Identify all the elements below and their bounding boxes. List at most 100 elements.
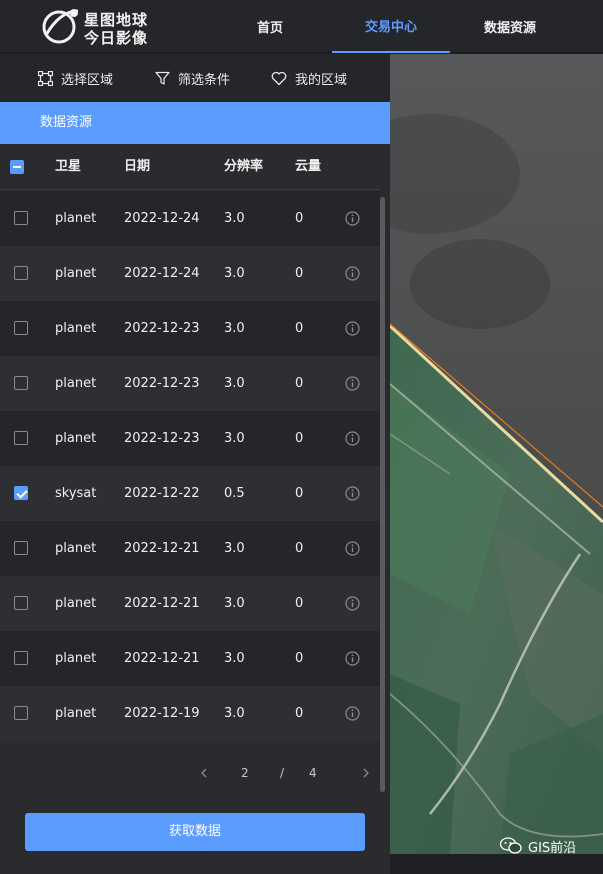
top-nav-bar: 星图地球 今日影像 首页 交易中心 数据资源 xyxy=(0,0,603,53)
cell-satellite: planet xyxy=(55,651,97,666)
info-icon[interactable] xyxy=(345,211,360,226)
current-page[interactable]: 2 xyxy=(241,756,249,790)
info-icon[interactable] xyxy=(345,321,360,336)
table-row[interactable]: planet 2022-12-23 3.0 0 xyxy=(0,411,380,466)
cell-satellite: planet xyxy=(55,376,97,391)
info-icon[interactable] xyxy=(345,541,360,556)
data-panel: 选择区域 筛选条件 我的区域 数据资源 卫星 日期 分辨率 云量 planet 2… xyxy=(0,54,390,874)
table-row[interactable]: planet 2022-12-23 3.0 0 xyxy=(0,356,380,411)
nav-trading-center[interactable]: 交易中心 xyxy=(332,0,450,53)
my-areas-button[interactable]: 我的区域 xyxy=(271,54,347,102)
table-header: 卫星 日期 分辨率 云量 xyxy=(0,144,380,190)
cell-resolution: 3.0 xyxy=(224,321,245,336)
row-checkbox[interactable] xyxy=(14,596,28,610)
fetch-data-button[interactable]: 获取数据 xyxy=(25,813,365,851)
cell-date: 2022-12-23 xyxy=(124,376,200,391)
cell-date: 2022-12-23 xyxy=(124,431,200,446)
filter-icon xyxy=(155,71,170,85)
cell-resolution: 3.0 xyxy=(224,431,245,446)
cell-cloud: 0 xyxy=(295,706,304,721)
satellite-imagery xyxy=(390,54,603,854)
satellite-map[interactable] xyxy=(390,54,603,854)
total-pages: 4 xyxy=(309,766,317,780)
filter-button[interactable]: 筛选条件 xyxy=(155,54,230,102)
cell-satellite: planet xyxy=(55,541,97,556)
header-cloud[interactable]: 云量 xyxy=(295,144,321,190)
nav-data-resources[interactable]: 数据资源 xyxy=(470,0,550,53)
cell-date: 2022-12-21 xyxy=(124,596,200,611)
info-icon[interactable] xyxy=(345,706,360,721)
cell-cloud: 0 xyxy=(295,651,304,666)
cell-cloud: 0 xyxy=(295,376,304,391)
table-row[interactable]: planet 2022-12-24 3.0 0 xyxy=(0,191,380,246)
row-checkbox[interactable] xyxy=(14,376,28,390)
table-row[interactable]: planet 2022-12-21 3.0 0 xyxy=(0,576,380,631)
info-icon[interactable] xyxy=(345,376,360,391)
brand-logo[interactable]: 星图地球 今日影像 xyxy=(38,5,168,47)
header-satellite[interactable]: 卫星 xyxy=(55,144,81,190)
table-row[interactable]: planet 2022-12-19 3.0 0 xyxy=(0,686,380,741)
row-checkbox[interactable] xyxy=(14,541,28,555)
table-row[interactable]: planet 2022-12-23 3.0 0 xyxy=(0,301,380,356)
cell-resolution: 0.5 xyxy=(224,486,245,501)
cell-resolution: 3.0 xyxy=(224,541,245,556)
watermark-text: GIS前沿 xyxy=(528,840,577,856)
globe-logo-icon xyxy=(42,9,79,44)
watermark: GIS前沿 xyxy=(500,834,576,858)
cell-date: 2022-12-24 xyxy=(124,266,200,281)
cell-resolution: 3.0 xyxy=(224,211,245,226)
cell-cloud: 0 xyxy=(295,541,304,556)
cell-satellite: planet xyxy=(55,321,97,336)
cell-cloud: 0 xyxy=(295,486,304,501)
cell-cloud: 0 xyxy=(295,211,304,226)
cell-date: 2022-12-21 xyxy=(124,651,200,666)
row-checkbox[interactable] xyxy=(14,321,28,335)
cell-resolution: 3.0 xyxy=(224,376,245,391)
row-checkbox[interactable] xyxy=(14,486,28,500)
select-area-icon xyxy=(38,70,53,86)
cell-cloud: 0 xyxy=(295,266,304,281)
header-resolution[interactable]: 分辨率 xyxy=(224,144,263,190)
info-icon[interactable] xyxy=(345,486,360,501)
cell-cloud: 0 xyxy=(295,321,304,336)
cell-satellite: planet xyxy=(55,266,97,281)
chevron-left-icon[interactable] xyxy=(199,756,209,790)
nav-home[interactable]: 首页 xyxy=(235,0,305,53)
row-checkbox[interactable] xyxy=(14,706,28,720)
pagination: 2 / 4 xyxy=(0,756,390,790)
section-title: 数据资源 xyxy=(0,102,390,144)
row-checkbox[interactable] xyxy=(14,651,28,665)
page-separator: / xyxy=(280,766,285,780)
cell-satellite: planet xyxy=(55,211,97,226)
info-icon[interactable] xyxy=(345,651,360,666)
select-area-button[interactable]: 选择区域 xyxy=(38,54,113,102)
wechat-icon xyxy=(500,837,522,854)
filter-label: 筛选条件 xyxy=(178,72,231,88)
table-row[interactable]: planet 2022-12-24 3.0 0 xyxy=(0,246,380,301)
results-list: planet 2022-12-24 3.0 0 planet 2022-12-24 3.0 0… xyxy=(0,191,380,741)
info-icon[interactable] xyxy=(345,596,360,611)
row-checkbox[interactable] xyxy=(14,266,28,280)
row-checkbox[interactable] xyxy=(14,431,28,445)
scrollbar-thumb[interactable] xyxy=(380,197,385,792)
select-all-checkbox[interactable] xyxy=(10,160,24,174)
select-area-label: 选择区域 xyxy=(61,72,114,88)
heart-icon xyxy=(271,71,287,85)
table-row[interactable]: planet 2022-12-21 3.0 0 xyxy=(0,521,380,576)
header-date[interactable]: 日期 xyxy=(124,144,150,190)
cell-resolution: 3.0 xyxy=(224,651,245,666)
cell-date: 2022-12-24 xyxy=(124,211,200,226)
chevron-right-icon[interactable] xyxy=(361,756,371,790)
toolbar: 选择区域 筛选条件 我的区域 xyxy=(0,54,390,102)
row-checkbox[interactable] xyxy=(14,211,28,225)
table-row[interactable]: planet 2022-12-21 3.0 0 xyxy=(0,631,380,686)
cell-date: 2022-12-19 xyxy=(124,706,200,721)
info-icon[interactable] xyxy=(345,431,360,446)
cell-date: 2022-12-22 xyxy=(124,486,200,501)
table-row[interactable]: skysat 2022-12-22 0.5 0 xyxy=(0,466,380,521)
cell-resolution: 3.0 xyxy=(224,596,245,611)
info-icon[interactable] xyxy=(345,266,360,281)
cell-date: 2022-12-23 xyxy=(124,321,200,336)
cell-resolution: 3.0 xyxy=(224,266,245,281)
cell-date: 2022-12-21 xyxy=(124,541,200,556)
